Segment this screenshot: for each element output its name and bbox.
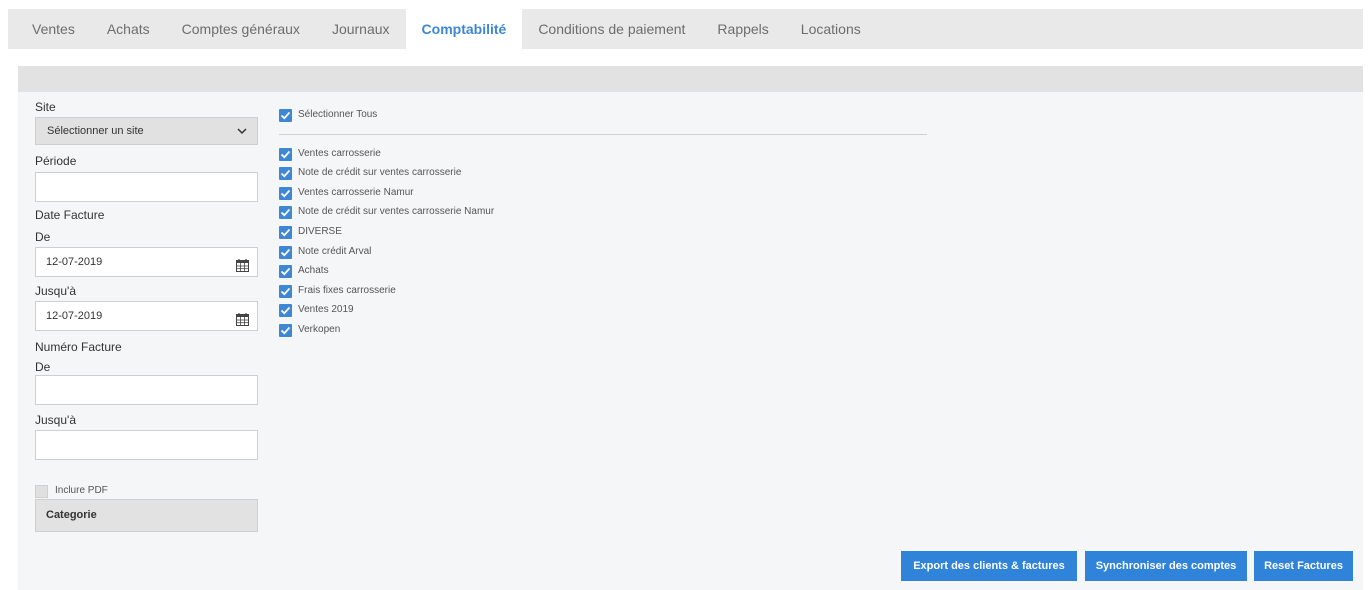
tab-achats[interactable]: Achats — [91, 9, 166, 49]
chevron-down-icon — [237, 118, 247, 154]
journal-label: Frais fixes carrosserie — [298, 285, 396, 296]
check-icon — [280, 267, 291, 276]
journal-label: Note de crédit sur ventes carrosserie — [298, 167, 462, 178]
tab-ventes[interactable]: Ventes — [8, 9, 91, 49]
categorie-bar[interactable]: Categorie — [35, 499, 258, 532]
inclure-pdf-checkbox[interactable] — [35, 485, 48, 498]
journal-checkbox[interactable] — [279, 148, 292, 161]
select-all-checkbox[interactable] — [279, 109, 292, 122]
check-icon — [280, 208, 291, 217]
journal-label: Ventes 2019 — [298, 304, 354, 315]
tab-comptes-generaux[interactable]: Comptes généraux — [166, 9, 316, 49]
date-de-label: De — [35, 230, 51, 244]
numero-de-input[interactable] — [35, 375, 258, 405]
check-icon — [280, 306, 291, 315]
check-icon — [280, 169, 291, 178]
check-icon — [280, 150, 291, 159]
check-icon — [280, 189, 291, 198]
date-facture-label: Date Facture — [35, 208, 105, 222]
journal-checkbox[interactable] — [279, 206, 292, 219]
check-icon — [280, 287, 291, 296]
panel-header — [18, 66, 1363, 92]
tab-rappels[interactable]: Rappels — [701, 9, 784, 49]
numero-jusqua-input[interactable] — [35, 430, 258, 460]
tab-bar: Ventes Achats Comptes généraux Journaux … — [8, 9, 1363, 49]
journal-label: Note de crédit sur ventes carrosserie Na… — [298, 206, 495, 217]
date-jusqua-value: 12-07-2019 — [46, 310, 103, 322]
date-de-input[interactable]: 12-07-2019 — [35, 247, 258, 277]
reset-factures-button[interactable]: Reset Factures — [1254, 551, 1353, 581]
check-icon — [280, 111, 291, 120]
tab-journaux[interactable]: Journaux — [316, 9, 406, 49]
journal-checkbox[interactable] — [279, 324, 292, 337]
journal-checkbox[interactable] — [279, 187, 292, 200]
inclure-pdf-label: Inclure PDF — [55, 485, 108, 496]
site-select[interactable]: Sélectionner un site — [35, 117, 258, 145]
journal-label: Achats — [298, 265, 329, 276]
date-de-value: 12-07-2019 — [46, 256, 103, 268]
check-icon — [280, 228, 291, 237]
divider — [279, 134, 927, 135]
calendar-icon[interactable] — [236, 309, 249, 326]
comptabilite-panel: Site Sélectionner un site Période Date F… — [18, 66, 1363, 590]
journal-label: Note crédit Arval — [298, 246, 372, 257]
calendar-icon[interactable] — [236, 255, 249, 272]
journal-checkbox[interactable] — [279, 285, 292, 298]
periode-input[interactable] — [35, 172, 258, 202]
tab-locations[interactable]: Locations — [785, 9, 877, 49]
site-select-value: Sélectionner un site — [47, 125, 144, 137]
date-jusqua-input[interactable]: 12-07-2019 — [35, 301, 258, 331]
journal-label: Verkopen — [298, 324, 341, 335]
journal-checkbox[interactable] — [279, 246, 292, 259]
date-jusqua-label: Jusqu'à — [35, 284, 76, 298]
journal-checkbox[interactable] — [279, 304, 292, 317]
periode-label: Période — [35, 154, 77, 168]
journal-checkbox[interactable] — [279, 265, 292, 278]
numero-facture-label: Numéro Facture — [35, 340, 122, 354]
journal-label: DIVERSE — [298, 226, 342, 237]
journal-label: Ventes carrosserie Namur — [298, 187, 414, 198]
numero-de-label: De — [35, 360, 51, 374]
tab-conditions-de-paiement[interactable]: Conditions de paiement — [522, 9, 701, 49]
export-clients-factures-button[interactable]: Export des clients & factures — [901, 551, 1077, 581]
numero-jusqua-label: Jusqu'à — [35, 413, 76, 427]
select-all-label: Sélectionner Tous — [298, 109, 378, 120]
synchroniser-comptes-button[interactable]: Synchroniser des comptes — [1085, 551, 1247, 581]
tab-comptabilite[interactable]: Comptabilité — [405, 9, 523, 49]
check-icon — [280, 326, 291, 335]
journal-checkbox[interactable] — [279, 226, 292, 239]
check-icon — [280, 248, 291, 257]
journal-label: Ventes carrosserie — [298, 148, 381, 159]
journal-checkbox[interactable] — [279, 167, 292, 180]
site-label: Site — [35, 100, 56, 114]
